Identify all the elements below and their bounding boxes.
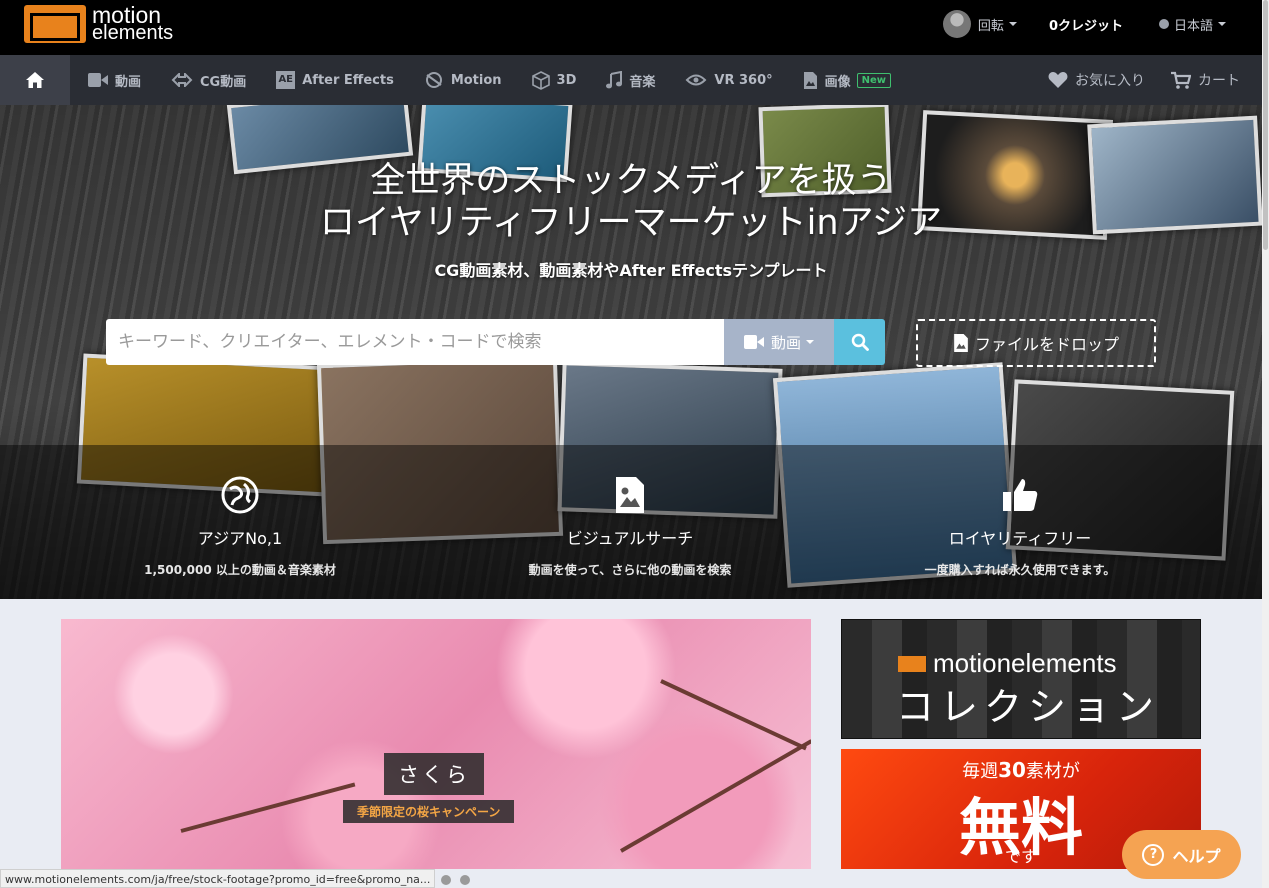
cube-icon <box>531 70 550 90</box>
feature-royalty-free: ロイヤリティフリー 一度購入すれば永久使用できます。 <box>870 475 1170 578</box>
thumbs-up-icon <box>1003 479 1038 511</box>
nav-item-music[interactable]: 音楽 <box>606 71 655 90</box>
cg-motion-icon <box>171 73 193 87</box>
home-icon <box>26 72 44 88</box>
nav-item-after-effects[interactable]: AE After Effects <box>276 71 394 89</box>
branch-decoration <box>660 679 807 751</box>
nav-item-cg-motion[interactable]: CG動画 <box>171 71 246 90</box>
feature-band: アジアNo,1 1,500,000 以上の動画＆音楽素材 ビジュアルサーチ 動画… <box>0 445 1262 599</box>
user-menu[interactable]: 回転 <box>942 10 1017 38</box>
help-button[interactable]: ? ヘルプ <box>1122 830 1241 879</box>
logo-mark-icon <box>24 5 86 43</box>
branch-decoration <box>180 782 356 833</box>
file-drop-button[interactable]: ファイルをドロップ <box>916 319 1156 367</box>
hero-title: 全世界のストックメディアを扱う ロイヤリティフリーマーケットinアジア <box>0 160 1262 244</box>
nav-item-vr360[interactable]: VR 360° <box>685 72 773 88</box>
nav-item-label: 音楽 <box>629 74 656 90</box>
feature-subtitle: 動画を使って、さらに他の動画を検索 <box>528 563 732 577</box>
hero-section: 全世界のストックメディアを扱う ロイヤリティフリーマーケットinアジア CG動画… <box>0 105 1262 599</box>
favorites-label: お気に入り <box>1075 73 1145 89</box>
chevron-down-icon <box>1218 22 1226 26</box>
collection-title: コレクション <box>896 685 1161 729</box>
collection-brand: motionelements <box>933 648 1117 678</box>
credits-link[interactable]: 0クレジット <box>1049 15 1123 34</box>
search-type-dropdown[interactable]: 動画 <box>724 319 834 365</box>
video-camera-icon <box>743 335 764 349</box>
nav-item-label: 動画 <box>115 74 142 90</box>
vr-360-icon <box>685 74 707 86</box>
globe-icon <box>1158 19 1169 29</box>
image-file-icon <box>954 334 968 352</box>
brand-name-line2: elements <box>92 22 174 44</box>
new-badge: New <box>856 72 892 88</box>
nav-item-label: After Effects <box>302 72 394 88</box>
feature-asia-no1: アジアNo,1 1,500,000 以上の動画＆音楽素材 <box>90 475 390 578</box>
logo-mark-icon <box>898 655 926 672</box>
top-bar: motion elements 回転 0クレジット 日本語 <box>0 0 1262 55</box>
user-menu-label: 回転 <box>977 18 1004 34</box>
nav-item-label: 画像 <box>824 74 851 90</box>
globe-icon <box>221 476 259 514</box>
hero-subtitle: CG動画素材、動画素材やAfter Effectsテンプレート <box>434 261 828 280</box>
heart-icon <box>1048 72 1068 88</box>
nav-item-images[interactable]: 画像 New <box>803 71 892 90</box>
carousel-dot[interactable] <box>441 875 451 885</box>
search-icon <box>851 333 869 351</box>
avatar <box>942 10 971 38</box>
after-effects-icon: AE <box>276 71 296 89</box>
cart-label: カート <box>1198 73 1240 89</box>
feature-subtitle: 1,500,000 以上の動画＆音楽素材 <box>144 563 336 577</box>
scrollbar-thumb[interactable] <box>1263 0 1268 250</box>
hero-title-line1: 全世界のストックメディアを扱う <box>370 161 892 201</box>
search-button[interactable] <box>834 319 885 365</box>
nav-item-motion[interactable]: Motion <box>424 71 502 89</box>
video-camera-icon <box>88 73 108 87</box>
hero-title-line2: ロイヤリティフリーマーケットinアジア <box>319 203 943 243</box>
nav-item-label: CG動画 <box>200 74 247 90</box>
banner-title: さくら <box>384 753 484 795</box>
help-label: ヘルプ <box>1172 846 1221 866</box>
motion-icon <box>425 72 442 88</box>
nav-item-3d[interactable]: 3D <box>531 70 577 90</box>
search-type-label: 動画 <box>770 333 801 352</box>
main-nav: 動画 CG動画 AE After Effects Motion 3D 音楽 VR… <box>0 55 1262 105</box>
language-label: 日本語 <box>1173 18 1213 34</box>
feature-title: アジアNo,1 <box>197 529 283 548</box>
chevron-down-icon <box>806 340 814 344</box>
cart-link[interactable]: カート <box>1171 70 1240 90</box>
feature-subtitle: 一度購入すれば永久使用できます。 <box>924 563 1116 577</box>
music-note-icon <box>606 71 623 89</box>
nav-item-label: 3D <box>556 72 577 88</box>
question-icon: ? <box>1142 843 1165 866</box>
image-search-icon <box>616 477 644 513</box>
shopping-cart-icon <box>1171 71 1191 89</box>
search-input[interactable] <box>106 319 724 365</box>
branch-decoration <box>620 739 811 853</box>
collection-banner[interactable]: motionelements コレクション <box>841 619 1201 739</box>
feature-title: ロイヤリティフリー <box>948 529 1092 548</box>
banner-subtitle: 季節限定の桜キャンペーン <box>343 800 515 823</box>
feature-visual-search: ビジュアルサーチ 動画を使って、さらに他の動画を検索 <box>480 475 780 578</box>
search-bar: 動画 <box>106 319 885 365</box>
nav-home[interactable] <box>0 55 70 105</box>
chevron-down-icon <box>1008 22 1017 26</box>
nav-item-video[interactable]: 動画 <box>88 71 141 90</box>
image-file-icon <box>803 71 817 89</box>
page-scrollbar[interactable] <box>1262 0 1269 888</box>
promo-carousel-slide[interactable]: さくら 季節限定の桜キャンペーン <box>61 619 811 869</box>
nav-item-label: VR 360° <box>714 72 773 88</box>
brand-logo[interactable]: motion elements <box>24 4 174 44</box>
status-bar-url: www.motionelements.com/ja/free/stock-foo… <box>0 869 436 888</box>
favorites-link[interactable]: お気に入り <box>1048 70 1145 90</box>
nav-item-label: Motion <box>450 72 502 88</box>
language-selector[interactable]: 日本語 <box>1158 15 1226 34</box>
feature-title: ビジュアルサーチ <box>566 529 694 548</box>
file-drop-label: ファイルをドロップ <box>974 335 1119 354</box>
carousel-dot[interactable] <box>460 875 470 885</box>
